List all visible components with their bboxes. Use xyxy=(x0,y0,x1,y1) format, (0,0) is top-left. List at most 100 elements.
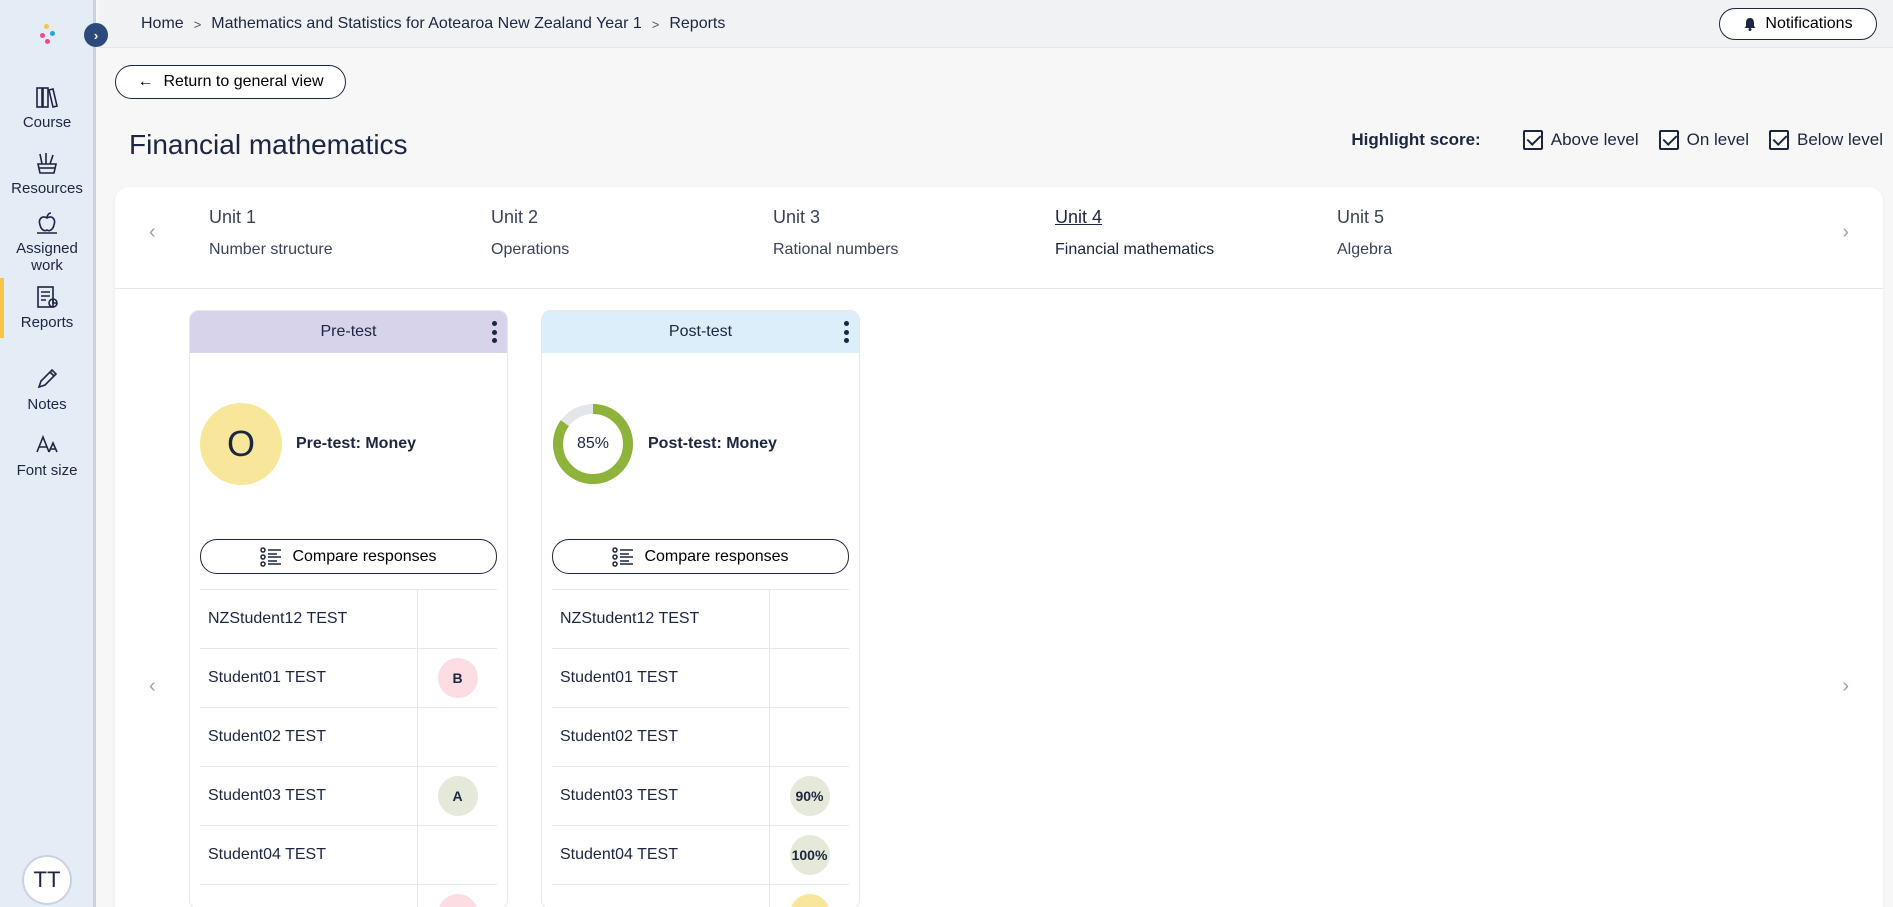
student-name[interactable]: Student01 TEST xyxy=(208,669,326,687)
score-summary: O Pre-test: Money xyxy=(200,403,416,485)
app-logo[interactable] xyxy=(36,24,56,44)
sidebar-item-font-size[interactable]: Font size xyxy=(0,432,94,479)
sidebar-item-label: Assigned work xyxy=(16,240,78,274)
sidebar-item-label: Resources xyxy=(11,180,83,197)
unit-subtitle: Rational numbers xyxy=(773,241,899,258)
table-row: Student01 TEST xyxy=(552,649,849,708)
more-options-icon[interactable] xyxy=(491,321,497,343)
chevron-left-icon[interactable]: ‹ xyxy=(149,221,156,244)
student-name[interactable]: Student02 TEST xyxy=(208,728,326,746)
chevron-right-icon: › xyxy=(93,27,99,43)
chevron-right-icon[interactable]: › xyxy=(1842,221,1849,244)
card-header: Pre-test xyxy=(190,311,507,353)
sidebar-item-assigned-work[interactable]: Assigned work xyxy=(0,210,94,274)
table-row: Student02 TEST xyxy=(552,708,849,767)
student-name[interactable]: Student02 TEST xyxy=(560,728,678,746)
student-name[interactable]: Student03 TEST xyxy=(208,787,326,805)
unit-tab-1[interactable]: Unit 1 Number structure xyxy=(209,207,469,259)
result-cell: B xyxy=(417,649,497,707)
return-to-general-view-button[interactable]: ← Return to general view xyxy=(115,65,346,99)
table-row: Student02 TEST xyxy=(200,708,497,767)
result-badge[interactable]: 100% xyxy=(789,835,830,875)
unit-navigation: ‹ Unit 1 Number structure Unit 2 Operation… xyxy=(115,187,1883,289)
result-badge[interactable] xyxy=(789,894,830,907)
result-badge[interactable]: 90% xyxy=(789,776,830,816)
compare-responses-button[interactable]: Compare responses xyxy=(200,539,497,574)
score-donut: 85% xyxy=(552,403,634,485)
student-name[interactable]: Student03 TEST xyxy=(560,787,678,805)
above-level-label: Above level xyxy=(1550,130,1639,149)
compare-responses-button[interactable]: Compare responses xyxy=(552,539,849,574)
student-name[interactable]: Student01 TEST xyxy=(560,669,678,687)
result-cell xyxy=(769,590,849,648)
result-badge[interactable] xyxy=(437,894,478,907)
student-name[interactable]: Student04 TEST xyxy=(560,846,678,864)
unit-title: Unit 1 xyxy=(209,207,257,227)
breadcrumb-home[interactable]: Home xyxy=(141,15,184,33)
table-row: NZStudent12 TEST xyxy=(200,590,497,649)
sidebar: Course Resources Assigned work Reports N… xyxy=(0,0,96,907)
table-row xyxy=(552,885,849,907)
unit-subtitle: Financial mathematics xyxy=(1055,241,1215,258)
sidebar-item-reports[interactable]: Reports xyxy=(0,278,94,338)
unit-tab-2[interactable]: Unit 2 Operations xyxy=(491,207,751,259)
result-cell: 100% xyxy=(769,826,849,884)
sidebar-item-label: Notes xyxy=(27,396,67,413)
result-cell xyxy=(417,590,497,648)
on-level-checkbox[interactable]: On level xyxy=(1658,130,1749,150)
unit-title: Unit 5 xyxy=(1337,207,1385,227)
student-name[interactable]: NZStudent12 TEST xyxy=(560,610,699,628)
sidebar-item-label: Font size xyxy=(16,462,78,479)
breadcrumb-current: Reports xyxy=(669,15,726,32)
result-cell xyxy=(769,885,849,907)
bell-icon xyxy=(1744,18,1756,31)
unit-title: Unit 4 xyxy=(1055,207,1103,227)
result-badge[interactable]: A xyxy=(437,776,478,816)
unit-title: Unit 2 xyxy=(491,207,539,227)
sidebar-item-label: Course xyxy=(22,114,72,131)
student-list: NZStudent12 TEST Student01 TEST B Student… xyxy=(200,589,497,907)
student-list: NZStudent12 TEST Student01 TEST Student0… xyxy=(552,589,849,907)
above-level-checkbox[interactable]: Above level xyxy=(1522,130,1639,150)
chevron-right-icon: > xyxy=(651,16,660,32)
score-percentage: 85% xyxy=(576,435,610,452)
table-row: Student03 TEST A xyxy=(200,767,497,826)
score-label[interactable]: Post-test: Money xyxy=(648,435,777,453)
student-name[interactable]: NZStudent12 TEST xyxy=(208,610,347,628)
result-cell: A xyxy=(417,767,497,825)
checkbox-checked-icon xyxy=(1658,130,1679,150)
breadcrumb: Home > Mathematics and Statistics for Ao… xyxy=(141,15,725,33)
breadcrumb-course[interactable]: Mathematics and Statistics for Aotearoa … xyxy=(211,15,641,33)
chevron-left-icon[interactable]: ‹ xyxy=(149,675,156,698)
result-cell: 90% xyxy=(769,767,849,825)
score-label[interactable]: Pre-test: Money xyxy=(296,435,416,453)
notifications-button[interactable]: Notifications xyxy=(1719,8,1877,40)
top-bar: Home > Mathematics and Statistics for Ao… xyxy=(99,0,1893,48)
unit-tab-3[interactable]: Unit 3 Rational numbers xyxy=(773,207,1033,259)
highlight-score-filter: Highlight score: Above level On level Be… xyxy=(1351,130,1883,150)
arrow-left-icon: ← xyxy=(137,73,154,90)
score-badge: O xyxy=(200,403,282,485)
sidebar-item-label: Reports xyxy=(20,314,74,331)
unit-tab-4[interactable]: Unit 4 Financial mathematics xyxy=(1055,207,1315,259)
table-row: Student03 TEST 90% xyxy=(552,767,849,826)
below-level-label: Below level xyxy=(1797,130,1883,149)
list-icon xyxy=(612,546,634,567)
sidebar-toggle-button[interactable]: › xyxy=(84,23,108,47)
list-icon xyxy=(260,546,282,567)
sidebar-item-course[interactable]: Course xyxy=(0,84,94,131)
more-options-icon[interactable] xyxy=(843,321,849,343)
avatar[interactable]: TT xyxy=(22,855,72,905)
chevron-right-icon[interactable]: › xyxy=(1842,675,1849,698)
compare-label: Compare responses xyxy=(292,547,437,565)
result-badge[interactable]: B xyxy=(437,658,478,698)
unit-tab-5[interactable]: Unit 5 Algebra xyxy=(1337,207,1597,259)
checkbox-checked-icon xyxy=(1769,130,1789,150)
student-name[interactable]: Student04 TEST xyxy=(208,846,326,864)
sidebar-item-notes[interactable]: Notes xyxy=(0,366,94,413)
card-header: Post-test xyxy=(542,311,859,353)
table-row: Student01 TEST B xyxy=(200,649,497,708)
below-level-checkbox[interactable]: Below level xyxy=(1769,130,1883,150)
resources-icon xyxy=(37,153,57,174)
sidebar-item-resources[interactable]: Resources xyxy=(0,150,94,197)
